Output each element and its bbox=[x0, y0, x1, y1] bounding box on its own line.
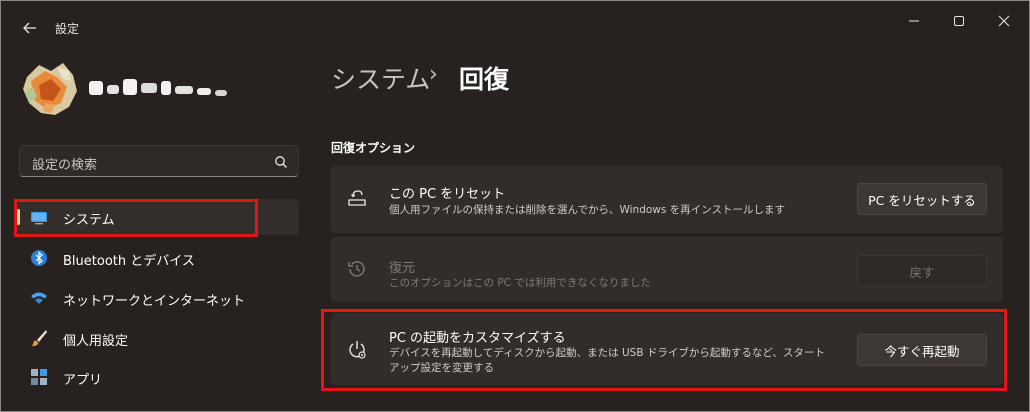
sidebar-item-label: アプリ bbox=[63, 373, 103, 388]
avatar[interactable] bbox=[17, 57, 81, 121]
option-description: このオプションはこの PC では利用できなくなりました bbox=[389, 277, 651, 289]
reset-pc-icon bbox=[346, 187, 368, 209]
close-button[interactable] bbox=[989, 9, 1019, 33]
apps-icon bbox=[30, 368, 48, 386]
minimize-button[interactable] bbox=[899, 9, 929, 33]
paintbrush-icon bbox=[30, 329, 48, 347]
search-icon[interactable] bbox=[274, 154, 288, 168]
search-placeholder: 設定の検索 bbox=[32, 158, 98, 173]
restore-card: 復元 このオプションはこの PC では利用できなくなりました 戻す bbox=[331, 237, 1003, 302]
wifi-icon bbox=[30, 289, 48, 307]
reset-pc-button[interactable]: PC をリセットする bbox=[857, 183, 987, 215]
back-arrow-icon[interactable] bbox=[19, 17, 41, 39]
highlight-box-advanced-startup bbox=[321, 309, 1007, 391]
settings-window: 設定 設定の検索 システム Bluetooth とデバイス ネットワークとインタ… bbox=[0, 0, 1030, 412]
sidebar-item-personalization[interactable]: 個人用設定 bbox=[17, 320, 299, 356]
sidebar-item-label: ネットワークとインターネット bbox=[63, 294, 246, 309]
page-title: 回復 bbox=[459, 65, 510, 94]
sidebar-item-label: Bluetooth とデバイス bbox=[63, 254, 195, 269]
bluetooth-icon bbox=[30, 249, 48, 267]
user-name-obscured bbox=[87, 73, 237, 103]
sidebar-item-network[interactable]: ネットワークとインターネット bbox=[17, 280, 299, 316]
reset-pc-card: この PC をリセット 個人用ファイルの保持または削除を選んでから、Window… bbox=[331, 166, 1003, 233]
section-title: 回復オプション bbox=[331, 141, 416, 155]
sidebar-item-bluetooth[interactable]: Bluetooth とデバイス bbox=[17, 240, 299, 276]
app-title: 設定 bbox=[55, 22, 80, 36]
restore-button: 戻す bbox=[857, 255, 987, 287]
sidebar-item-apps[interactable]: アプリ bbox=[17, 359, 299, 395]
option-title: 復元 bbox=[389, 261, 416, 276]
option-title: この PC をリセット bbox=[389, 187, 506, 202]
maximize-button[interactable] bbox=[944, 9, 974, 33]
sidebar-item-label: 個人用設定 bbox=[63, 334, 129, 349]
breadcrumb-parent[interactable]: システム bbox=[331, 60, 430, 96]
title-bar: 設定 bbox=[1, 1, 1029, 51]
option-description: 個人用ファイルの保持または削除を選んでから、Windows を再インストールしま… bbox=[389, 204, 785, 216]
breadcrumb-separator: › bbox=[429, 62, 438, 87]
search-input[interactable]: 設定の検索 bbox=[19, 145, 299, 177]
highlight-box-system bbox=[14, 199, 258, 237]
history-icon bbox=[346, 258, 368, 280]
